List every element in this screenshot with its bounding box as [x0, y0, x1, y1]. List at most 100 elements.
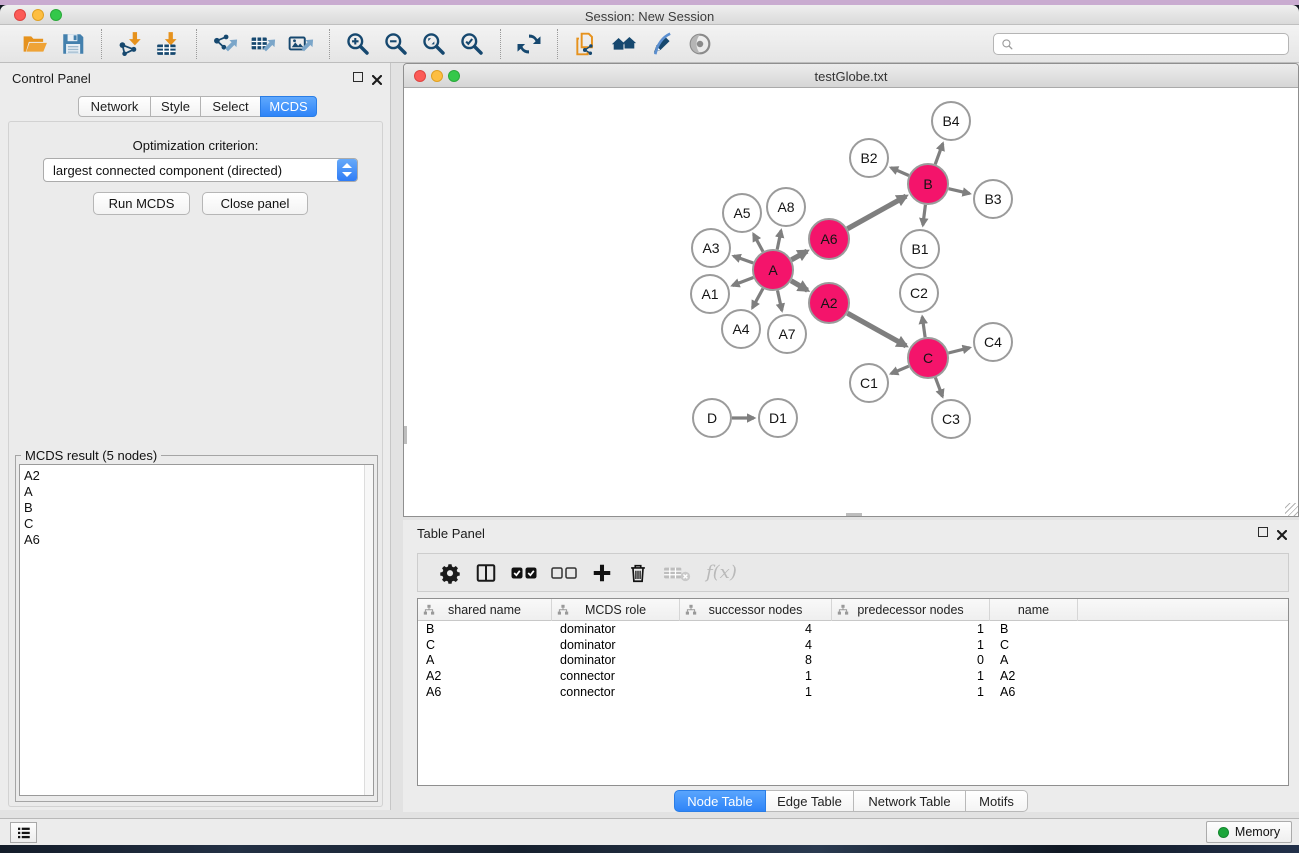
mcds-result-list[interactable]: A2ABCA6 [19, 464, 374, 796]
delete-row-icon[interactable] [627, 559, 649, 587]
mcds-result-title: MCDS result (5 nodes) [21, 448, 161, 463]
table-cell: 1 [832, 669, 990, 683]
svg-text:A6: A6 [820, 231, 837, 247]
column-type-icon [557, 604, 569, 619]
resize-grip[interactable] [1285, 503, 1298, 516]
svg-text:A5: A5 [733, 205, 750, 221]
close-panel-icon[interactable] [372, 72, 382, 90]
zoom-in-icon[interactable] [343, 28, 374, 59]
table-cell: dominator [552, 622, 680, 636]
column-header[interactable]: name [990, 599, 1078, 621]
tab-node-table[interactable]: Node Table [674, 790, 766, 812]
select-all-icon[interactable] [511, 559, 537, 587]
horizontal-scroll-nub[interactable] [846, 513, 862, 516]
float-table-panel-icon[interactable] [1258, 527, 1268, 537]
svg-text:D1: D1 [769, 410, 787, 426]
table-row[interactable]: Bdominator41B [418, 621, 1288, 637]
control-panel: Control Panel Optimization criterion: la… [0, 63, 391, 810]
export-image-icon[interactable] [286, 28, 317, 59]
svg-text:D: D [707, 410, 717, 426]
column-label: predecessor nodes [857, 603, 963, 617]
column-header[interactable]: predecessor nodes [832, 599, 990, 621]
tab-style[interactable]: Style [150, 96, 201, 117]
import-network-icon[interactable] [115, 28, 146, 59]
result-item[interactable]: C [24, 516, 373, 532]
refresh-view-icon[interactable] [514, 28, 545, 59]
tab-mcds[interactable]: MCDS [260, 96, 317, 117]
tab-network-table[interactable]: Network Table [854, 790, 966, 812]
close-table-panel-icon[interactable] [1277, 527, 1287, 545]
hide-annotations-icon[interactable] [647, 28, 678, 59]
export-network-icon[interactable] [210, 28, 241, 59]
run-mcds-button[interactable]: Run MCDS [93, 192, 190, 215]
table-cell: 0 [832, 653, 990, 667]
vertical-scroll-nub[interactable] [404, 426, 407, 444]
svg-text:B3: B3 [984, 191, 1001, 207]
close-panel-button[interactable]: Close panel [202, 192, 308, 215]
save-session-icon[interactable] [58, 28, 89, 59]
table-cell: dominator [552, 653, 680, 667]
search-field[interactable] [993, 33, 1289, 55]
session-title: Session: New Session [0, 9, 1299, 24]
float-panel-icon[interactable] [353, 72, 363, 82]
table-cell: A [418, 653, 552, 667]
table-toolbar: f(x) [417, 553, 1289, 592]
result-item[interactable]: A2 [24, 468, 373, 484]
import-table-icon[interactable] [153, 28, 184, 59]
svg-text:A3: A3 [702, 240, 719, 256]
svg-text:A7: A7 [778, 326, 795, 342]
result-item[interactable]: A6 [24, 532, 373, 548]
zoom-out-icon[interactable] [381, 28, 412, 59]
result-scrollbar[interactable] [364, 465, 373, 795]
search-input[interactable] [1018, 35, 1288, 53]
svg-text:A8: A8 [777, 199, 794, 215]
network-title: testGlobe.txt [404, 69, 1298, 84]
table-cell: C [418, 638, 552, 652]
table-cell: A [990, 653, 1078, 667]
table-row[interactable]: Cdominator41C [418, 637, 1288, 653]
mcds-result-group: MCDS result (5 nodes) A2ABCA6 [15, 455, 378, 802]
column-header[interactable]: MCDS role [552, 599, 680, 621]
table-row[interactable]: Adominator80A [418, 653, 1288, 669]
tab-edge-table[interactable]: Edge Table [766, 790, 854, 812]
deselect-all-icon[interactable] [551, 559, 577, 587]
table-cell: B [418, 622, 552, 636]
table-row[interactable]: A6connector11A6 [418, 684, 1288, 700]
table-cell: 1 [832, 685, 990, 699]
toolbar-separator [101, 29, 102, 59]
tab-network[interactable]: Network [78, 96, 151, 117]
zoom-selected-icon[interactable] [457, 28, 488, 59]
control-panel-title: Control Panel [12, 71, 91, 86]
main-toolbar [0, 25, 1299, 63]
open-session-icon[interactable] [20, 28, 51, 59]
add-row-icon[interactable] [591, 559, 613, 587]
network-window-titlebar[interactable]: testGlobe.txt [404, 64, 1298, 88]
table-cell: 1 [680, 669, 832, 683]
gear-icon[interactable] [439, 559, 461, 587]
criterion-select[interactable]: largest connected component (directed) [43, 158, 358, 182]
table-cell: 4 [680, 638, 832, 652]
toolbar-separator [196, 29, 197, 59]
table-cell: 1 [832, 638, 990, 652]
network-canvas[interactable]: B4B2BB3A8A5A6A3B1AC2A1A2A4A7C4CC1DD1C3 [404, 88, 1298, 516]
column-header[interactable]: successor nodes [680, 599, 832, 621]
export-table-icon[interactable] [248, 28, 279, 59]
table-cell: B [990, 622, 1078, 636]
column-header[interactable]: shared name [418, 599, 552, 621]
memory-button[interactable]: Memory [1206, 821, 1292, 843]
home-layout-icon[interactable] [609, 28, 640, 59]
result-item[interactable]: A [24, 484, 373, 500]
show-graphics-details-icon[interactable] [685, 28, 716, 59]
tab-motifs[interactable]: Motifs [966, 790, 1028, 812]
split-columns-icon[interactable] [475, 559, 497, 587]
table-row[interactable]: A2connector11A2 [418, 668, 1288, 684]
result-item[interactable]: B [24, 500, 373, 516]
clone-network-icon[interactable] [571, 28, 602, 59]
column-type-icon [837, 604, 849, 619]
zoom-fit-icon[interactable] [419, 28, 450, 59]
svg-text:B2: B2 [860, 150, 877, 166]
task-history-button[interactable] [10, 822, 37, 843]
tab-select[interactable]: Select [200, 96, 261, 117]
column-type-icon [685, 604, 697, 619]
select-stepper-icon [337, 159, 357, 181]
